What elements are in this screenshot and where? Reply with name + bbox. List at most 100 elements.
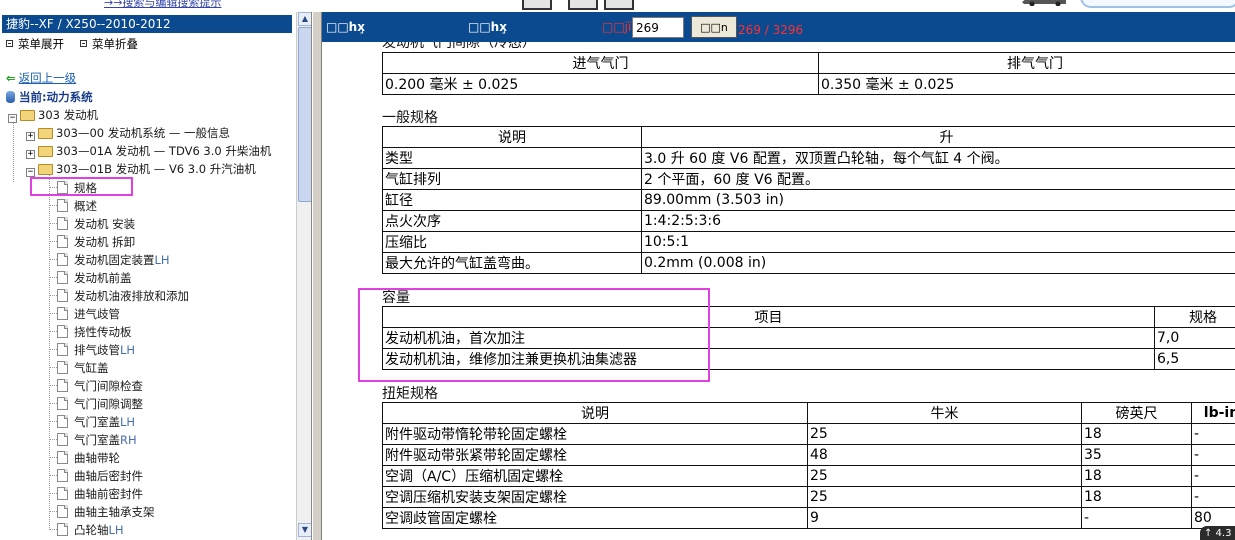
table-row: 压缩比 10:5:1 [382, 231, 1235, 253]
tree-leaf-label: 气门室盖RH [74, 433, 137, 447]
torque-table: 说明 牛米 磅英尺 lb-in 附件驱动带惰轮带轮固定螺栓2518-附件驱动带张… [382, 402, 1235, 529]
side-suffix: LH [120, 343, 136, 357]
back-label: 返回上一级 [18, 71, 77, 85]
tree-leaf-label: 进气歧管 [74, 307, 120, 321]
tree-leaf[interactable]: 曲轴前密封件 [57, 485, 143, 501]
table-row: 空调（A/C）压缩机固定螺栓 25 18- [382, 465, 1235, 487]
header-label-1[interactable]: □□hx̧ [326, 20, 365, 34]
tree-leaf[interactable]: 凸轮轴LH [57, 521, 124, 537]
tree-guide [49, 403, 57, 404]
general-section-title: 一般规格 [382, 110, 438, 126]
tree-leaf[interactable]: 进气歧管 [57, 305, 120, 321]
go-page-button[interactable]: □□n [691, 16, 737, 38]
torque-lbin: - [1191, 423, 1235, 445]
col-nm: 牛米 [807, 402, 1082, 424]
expand-all-label: 菜单展开 [18, 37, 64, 51]
col-value: 升 [641, 126, 1235, 148]
general-table: 说明 升 类型 3.0 升 60 度 V6 配置，双顶置凸轮轴，每个气缸 4 个阀… [382, 126, 1235, 274]
scroll-thumb[interactable] [298, 27, 311, 202]
tree-leaf-label: 挠性传动板 [74, 325, 132, 339]
tree-node-303-01b[interactable]: − 303—01B 发动机 — V6 3.0 升汽油机 [26, 161, 256, 177]
tree-leaf[interactable]: 发动机 安装 [57, 215, 135, 231]
side-suffix: RH [120, 433, 137, 447]
tree-node-303-00[interactable]: +303—00 发动机系统 — 一般信息 [26, 125, 230, 141]
tree-leaf[interactable]: 发动机 拆卸 [57, 233, 135, 249]
header-label-2[interactable]: □□hx̧ [468, 20, 507, 34]
page-label: □□jï [602, 20, 632, 34]
spec-value: 3.0 升 60 度 V6 配置，双顶置凸轮轴，每个气缸 4 个阀。 [641, 147, 1235, 169]
database-icon [6, 91, 15, 103]
search-pill[interactable] [1080, 0, 1235, 8]
tree-leaf[interactable]: 发动机油液排放和添加 [57, 287, 189, 303]
spec-name: 点火次序 [382, 210, 642, 232]
document-icon [57, 397, 68, 410]
search-tips-link[interactable]: →→搜索与编辑搜索提示 [104, 0, 221, 10]
collapse-icon [80, 40, 87, 47]
expand-node-icon[interactable]: + [26, 150, 35, 159]
tree-node-303-01a-label: 303—01A 发动机 — TDV6 3.0 升柴油机 [56, 144, 272, 158]
page-number-input[interactable] [632, 17, 684, 38]
document-icon [57, 505, 68, 518]
pane-divider[interactable] [312, 12, 322, 540]
document-icon [57, 343, 68, 356]
tree-leaf[interactable]: 气门间隙调整 [57, 395, 143, 411]
content-header: □□hx̧ □□hx̧ □□jï □□n 269 / 3296 [322, 12, 1235, 42]
left-nav-pane: 捷豹--XF / X250--2010-2012 菜单展开 菜单折叠 ⇐ 返回上一… [0, 12, 312, 540]
tree-leaf[interactable]: 发动机前盖 [57, 269, 132, 285]
tree-leaf-label: 发动机固定装置LH [74, 253, 170, 267]
tree-leaf[interactable]: 气缸盖 [57, 359, 109, 375]
tree-node-303-01b-label: 303—01B 发动机 — V6 3.0 升汽油机 [56, 162, 256, 176]
tree-leaf[interactable]: 挠性传动板 [57, 323, 132, 339]
tree-guide [49, 475, 57, 476]
back-up-link[interactable]: ⇐ 返回上一级 [6, 70, 76, 86]
capacity-value: 6,5 [1154, 348, 1235, 370]
tree-leaf[interactable]: 气门室盖RH [57, 431, 137, 447]
tree-leaf[interactable]: 概述 [57, 197, 97, 213]
left-scrollbar[interactable]: ▲ ▼ [296, 12, 311, 540]
tree-node-303-label: 303 发动机 [38, 108, 99, 122]
torque-lbin: - [1191, 444, 1235, 466]
tree-guide [13, 122, 14, 182]
expand-icon [6, 40, 13, 47]
tree-leaf[interactable]: 曲轴主轴承支架 [57, 503, 155, 519]
tree-node-303-01a[interactable]: +303—01A 发动机 — TDV6 3.0 升柴油机 [26, 143, 271, 159]
intake-value: 0.200 毫米 ± 0.025 [382, 73, 819, 95]
scroll-down-icon[interactable]: ▼ [298, 523, 311, 537]
torque-lbft: 35 [1081, 444, 1192, 466]
side-suffix: LH [154, 253, 170, 267]
tree-leaf[interactable]: 排气歧管LH [57, 341, 135, 357]
side-suffix: LH [108, 523, 124, 537]
collapse-node-icon[interactable]: − [8, 114, 17, 123]
tree-leaf-label: 发动机前盖 [74, 271, 132, 285]
expand-all-button[interactable]: 菜单展开 [6, 37, 64, 51]
toolbar-button[interactable] [522, 0, 552, 10]
toolbar-button[interactable] [568, 0, 598, 10]
tree-guide [49, 259, 57, 260]
tree-leaf-label: 曲轴主轴承支架 [74, 505, 155, 519]
folder-icon [20, 110, 35, 121]
collapse-node-icon[interactable]: − [26, 168, 35, 177]
collapse-all-button[interactable]: 菜单折叠 [80, 37, 138, 51]
table-row: 空调压缩机安装支架固定螺栓 25 18- [382, 486, 1235, 508]
tree-leaf[interactable]: 气门室盖LH [57, 413, 135, 429]
tree-leaf-label: 曲轴带轮 [74, 451, 120, 465]
spec-value: 2 个平面，60 度 V6 配置。 [641, 168, 1235, 190]
document-icon [57, 271, 68, 284]
tree-guide [49, 331, 57, 332]
tree-leaf-label: 排气歧管LH [74, 343, 136, 357]
tree-leaf[interactable]: 曲轴后密封件 [57, 467, 143, 483]
scroll-up-icon[interactable]: ▲ [298, 12, 311, 26]
folder-icon [38, 128, 53, 139]
tree-guide [49, 439, 57, 440]
tree-guide [49, 241, 57, 242]
valve-section-title: 发动机气门间隙（冷态） [382, 42, 536, 51]
expand-node-icon[interactable]: + [26, 132, 35, 141]
tree-leaf[interactable]: 曲轴带轮 [57, 449, 120, 465]
col-intake: 进气气门 [382, 52, 819, 74]
torque-section-title: 扭矩规格 [382, 386, 438, 402]
toolbar-button[interactable] [604, 0, 634, 10]
tree-leaf[interactable]: 发动机固定装置LH [57, 251, 170, 267]
tree-node-303[interactable]: − 303 发动机 [8, 107, 98, 123]
tree-leaf[interactable]: 气门间隙检查 [57, 377, 143, 393]
table-row: 缸径 89.00mm (3.503 in) [382, 189, 1235, 211]
